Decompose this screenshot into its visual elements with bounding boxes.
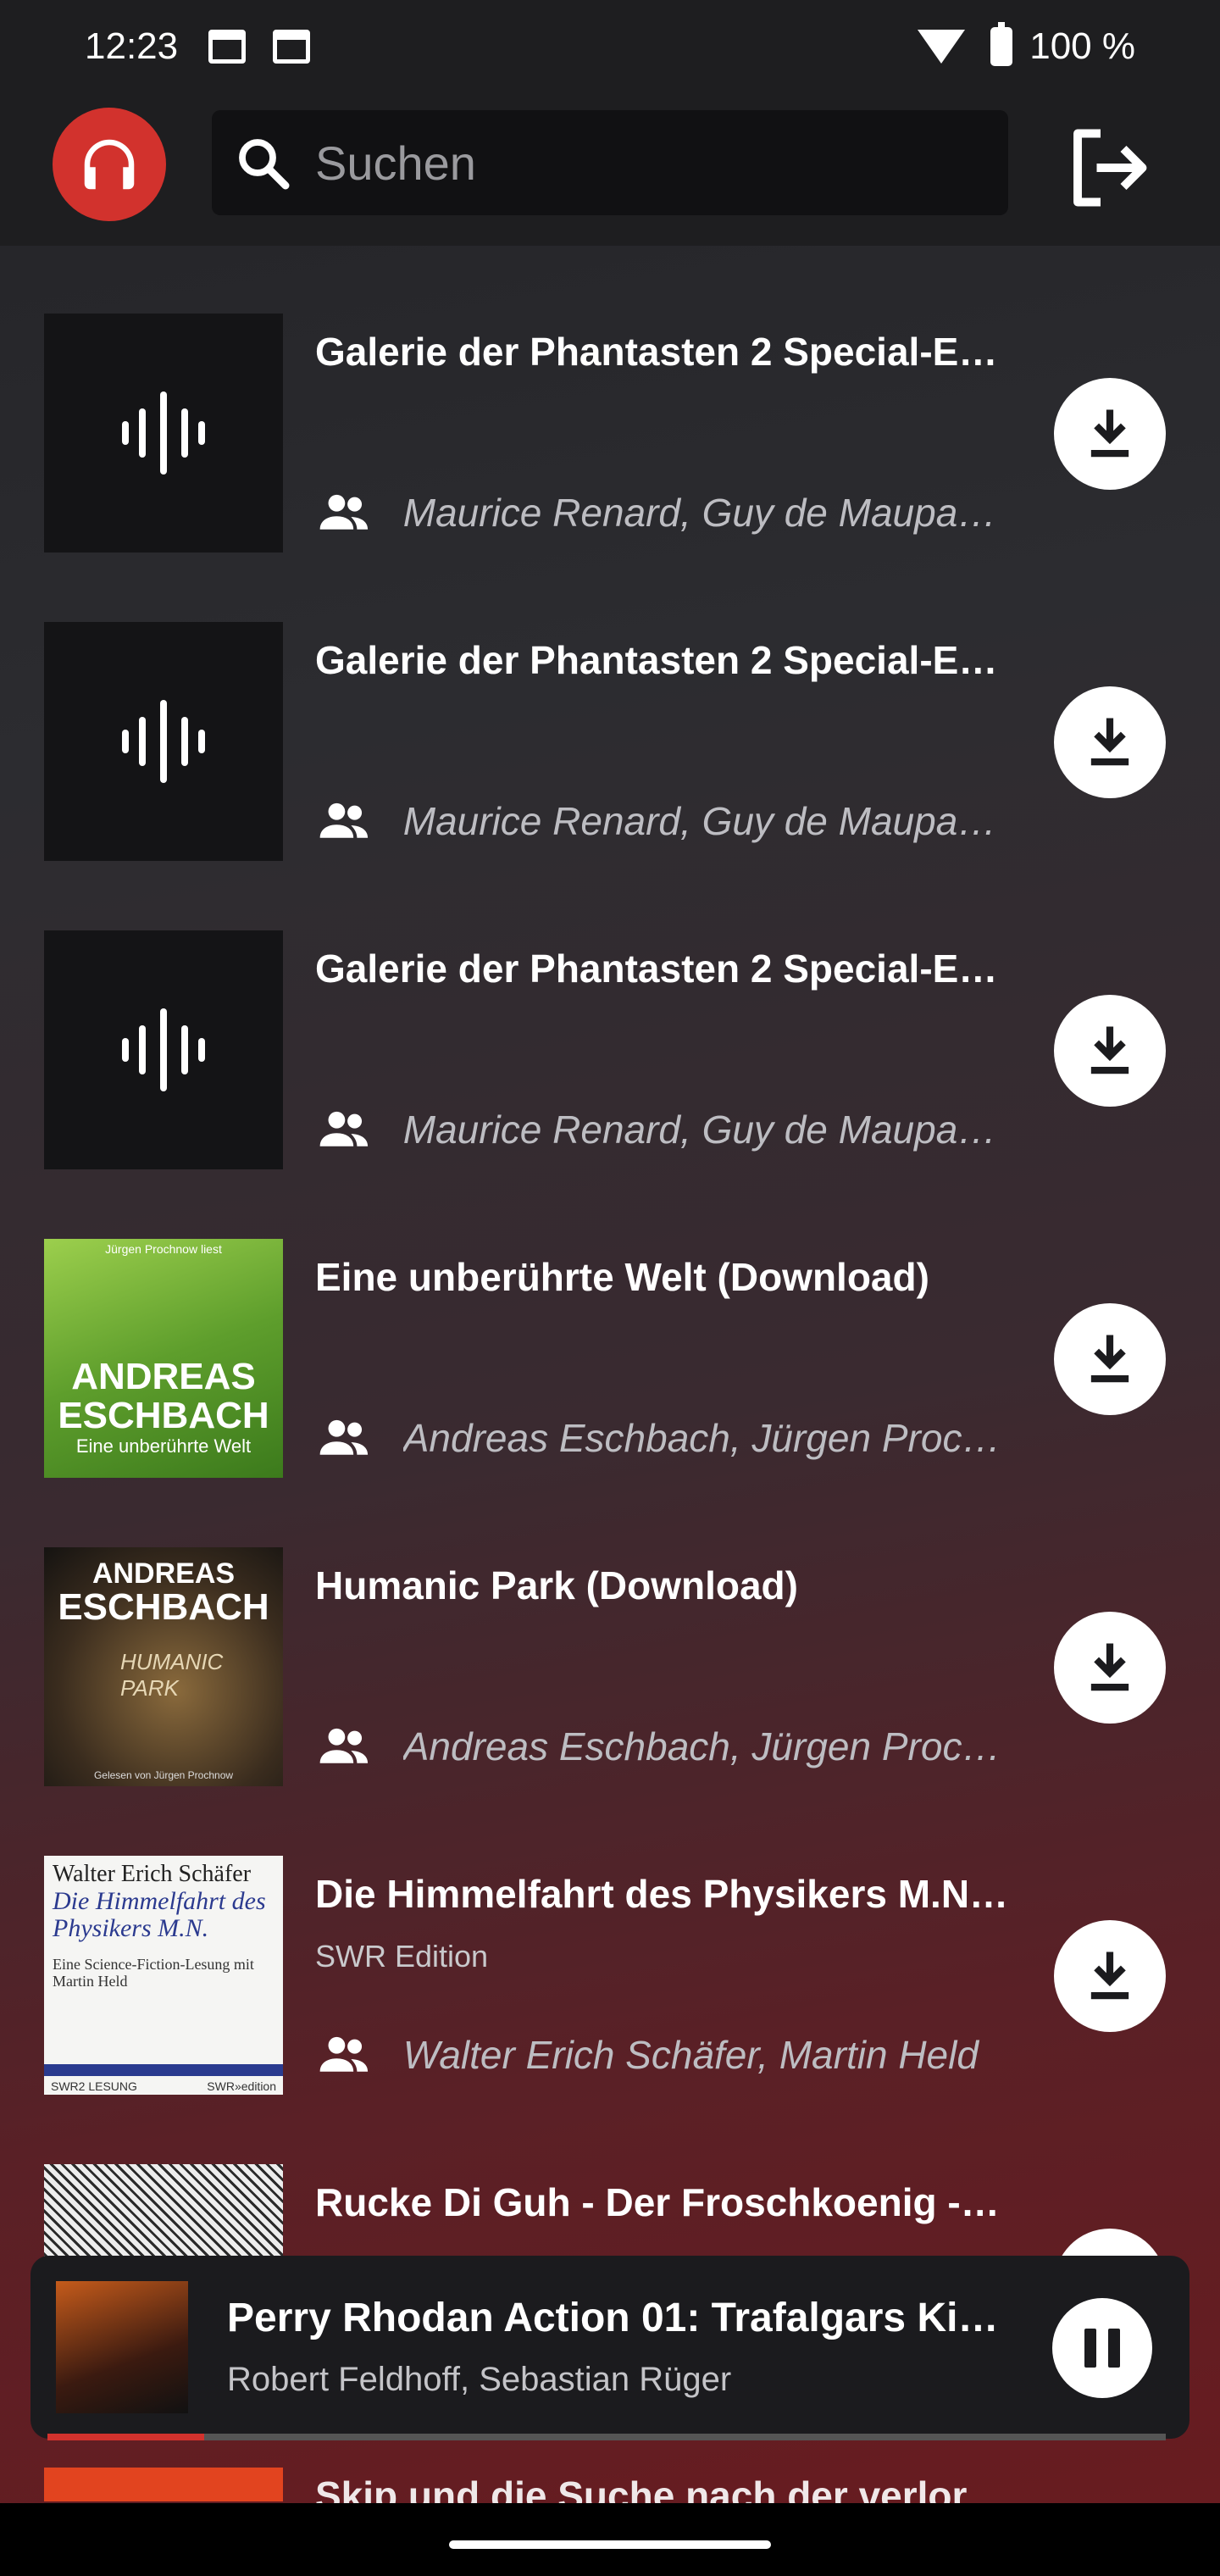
status-time: 12:23 [85, 25, 179, 67]
mini-player[interactable]: Perry Rhodan Action 01: Trafalgars Ki… R… [30, 2256, 1190, 2439]
pause-icon [1084, 2329, 1096, 2368]
download-button[interactable] [1054, 995, 1166, 1107]
next-item-cover [44, 2468, 283, 2501]
audio-wave-icon [122, 1008, 205, 1091]
item-authors: Maurice Renard, Guy de Maupas… [402, 1108, 1010, 1152]
screen: 12:23 100 % Suchen Galerie der Phantaste… [0, 0, 1220, 2576]
home-handle[interactable] [449, 2540, 771, 2549]
cover-author: Walter Erich Schäfer [53, 1861, 252, 1887]
pause-icon-bar [1108, 2329, 1120, 2368]
download-icon [1090, 1335, 1129, 1383]
item-title: Galerie der Phantasten 2 Special-E… [315, 330, 998, 374]
list-item[interactable]: ANDREAS ESCHBACH HUMANIC PARK Gelesen vo… [0, 1547, 1220, 1856]
status-right: 100 % [918, 22, 1135, 68]
cover-placeholder [44, 622, 283, 861]
battery-charging-icon [990, 22, 1013, 66]
app-logo[interactable] [53, 108, 166, 221]
wifi-icon [918, 30, 966, 64]
authors-row: Maurice Renard, Guy de Maupas… [315, 1100, 1010, 1159]
list-item[interactable]: Jürgen Prochnow liest ANDREAS ESCHBACH E… [0, 1239, 1220, 1547]
authors-row: Walter Erich Schäfer, Martin Held [315, 2025, 1010, 2085]
download-icon [1090, 1026, 1129, 1074]
cover-author-last: ESCHBACH [58, 1586, 269, 1628]
system-nav-bar [0, 2503, 1220, 2576]
download-button[interactable] [1054, 378, 1166, 490]
item-title: Galerie der Phantasten 2 Special-E… [315, 947, 998, 991]
download-button[interactable] [1054, 1612, 1166, 1724]
cover-book-title: Eine unberührte Welt [75, 1435, 252, 1457]
status-bar: 12:23 100 % [0, 0, 1220, 93]
people-icon [319, 494, 369, 530]
playback-progress-fill [47, 2434, 204, 2440]
cover-book-title: Die Himmelfahrt des Physikers M.N. [53, 1887, 266, 1942]
audio-wave-icon [122, 700, 205, 783]
download-button[interactable] [1054, 1920, 1166, 2032]
cover-book-title: HUMANIC PARK [120, 1649, 224, 1701]
people-icon [319, 1419, 369, 1455]
calendar-icon [273, 30, 311, 64]
search-bar[interactable] [212, 110, 1008, 215]
search-input[interactable] [315, 135, 993, 191]
cover-author-first: ANDREAS [71, 1356, 256, 1397]
download-icon [1090, 1951, 1129, 2000]
item-subtitle: SWR Edition [315, 1939, 489, 1974]
audio-wave-icon [122, 391, 205, 475]
authors-row: Andreas Eschbach, Jürgen Proc… [315, 1408, 1010, 1468]
authors-row: Andreas Eschbach, Jürgen Proc… [315, 1717, 1010, 1776]
item-authors: Maurice Renard, Guy de Maupas… [402, 799, 1010, 843]
player-title: Perry Rhodan Action 01: Trafalgars Ki… [227, 2296, 999, 2340]
people-icon [319, 802, 369, 838]
logout-icon [1073, 129, 1147, 207]
cover-author-last: ESCHBACH [58, 1395, 269, 1436]
authors-row: Maurice Renard, Guy de Maupas… [315, 791, 1010, 851]
cover-footer: SWR2 LESUNG SWR»edition [51, 2079, 276, 2093]
item-authors: Walter Erich Schäfer, Martin Held [402, 2033, 979, 2077]
player-cover [56, 2281, 188, 2413]
authors-row: Maurice Renard, Guy de Maupas… [315, 483, 1010, 542]
item-title: Die Himmelfahrt des Physikers M.N… [315, 1872, 1009, 1916]
list-item[interactable]: Galerie der Phantasten 2 Special-E… Maur… [0, 930, 1220, 1239]
pause-button[interactable] [1052, 2298, 1152, 2398]
item-title: Humanic Park (Download) [315, 1563, 798, 1607]
cover-placeholder [44, 930, 283, 1169]
download-icon [1090, 409, 1129, 458]
cover-author-first: ANDREAS [92, 1557, 236, 1590]
item-title: Eine unberührte Welt (Download) [315, 1255, 929, 1299]
item-title: Galerie der Phantasten 2 Special-E… [315, 638, 998, 682]
people-icon [319, 1111, 369, 1146]
cover-image: Walter Erich Schäfer Die Himmelfahrt des… [44, 1856, 283, 2095]
calendar-icon [208, 30, 247, 64]
cover-stripe [44, 2064, 283, 2076]
cover-image: Jürgen Prochnow liest ANDREAS ESCHBACH E… [44, 1239, 283, 1478]
cover-reader: Jürgen Prochnow liest [105, 1242, 222, 1256]
player-authors: Robert Feldhoff, Sebastian Rüger [227, 2361, 732, 2398]
audiobook-list: Galerie der Phantasten 2 Special-E… Maur… [0, 314, 1220, 2473]
item-authors: Maurice Renard, Guy de Maupas… [402, 491, 1010, 535]
playback-progress[interactable] [47, 2434, 1166, 2440]
search-icon [239, 139, 290, 190]
download-button[interactable] [1054, 1303, 1166, 1415]
list-item[interactable]: Galerie der Phantasten 2 Special-E… Maur… [0, 622, 1220, 930]
headphones-icon [84, 139, 135, 190]
app-bar [0, 93, 1220, 246]
people-icon [319, 1728, 369, 1763]
item-authors: Andreas Eschbach, Jürgen Proc… [402, 1724, 1001, 1768]
cover-description: Eine Science-Fiction-Lesung mit Martin H… [53, 1956, 254, 1990]
cover-reader: Gelesen von Jürgen Prochnow [93, 1769, 234, 1781]
download-icon [1090, 1643, 1129, 1691]
people-icon [319, 2036, 369, 2072]
cover-footer-right: SWR»edition [207, 2079, 276, 2093]
download-icon [1090, 718, 1129, 766]
list-item[interactable]: Walter Erich Schäfer Die Himmelfahrt des… [0, 1856, 1220, 2164]
download-button[interactable] [1054, 686, 1166, 798]
cover-image: ANDREAS ESCHBACH HUMANIC PARK Gelesen vo… [44, 1547, 283, 1786]
item-title: Rucke Di Guh - Der Froschkoenig - … [315, 2180, 1010, 2224]
logout-button[interactable] [1059, 119, 1157, 217]
cover-placeholder [44, 314, 283, 552]
battery-percent: 100 % [1029, 25, 1135, 67]
cover-footer-left: SWR2 LESUNG [51, 2079, 137, 2093]
list-item[interactable]: Galerie der Phantasten 2 Special-E… Maur… [0, 314, 1220, 622]
item-authors: Andreas Eschbach, Jürgen Proc… [402, 1416, 1001, 1460]
